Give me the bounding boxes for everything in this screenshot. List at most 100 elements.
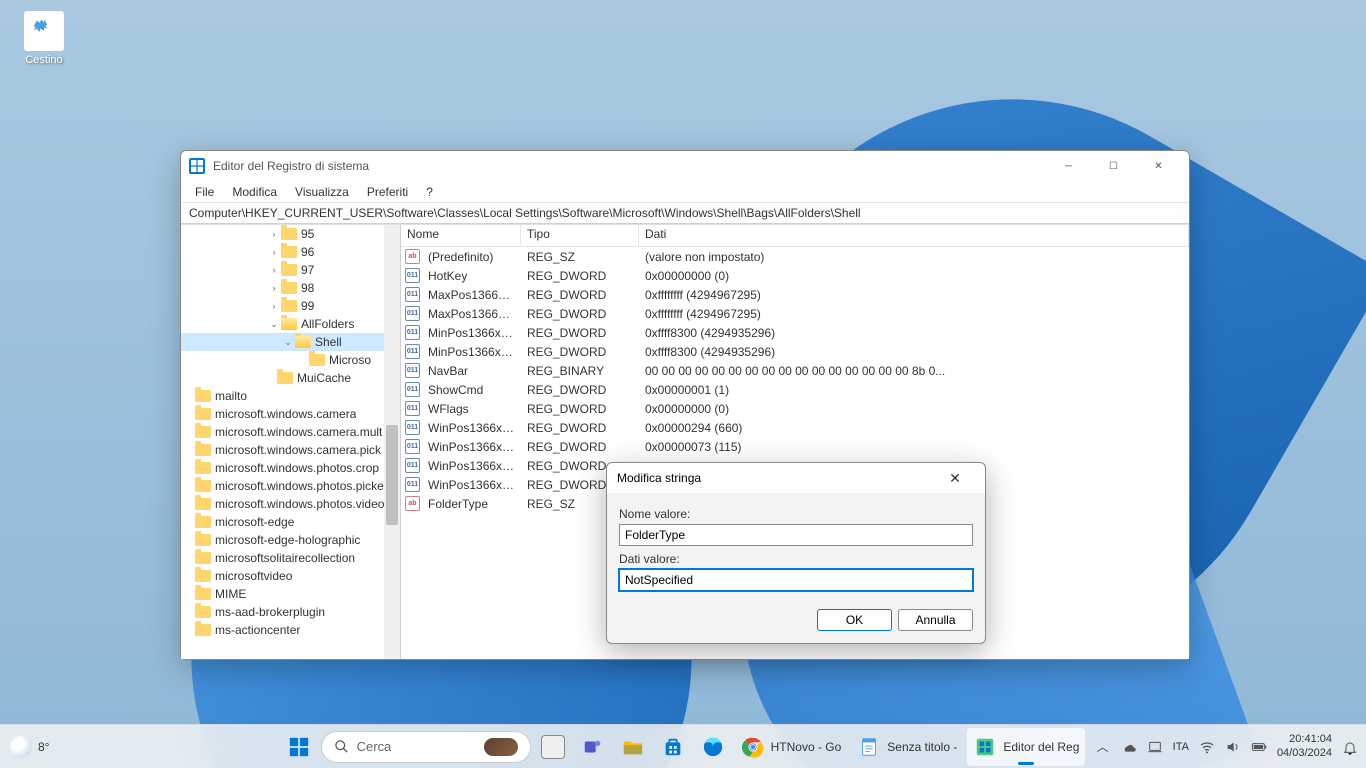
taskbar-clock[interactable]: 20:41:04 04/03/2024	[1277, 733, 1332, 759]
tree-item[interactable]: ›99	[181, 297, 400, 315]
recycle-bin-desktop-icon[interactable]: Cestino	[14, 10, 74, 66]
tree-item[interactable]: microsoft.windows.photos.picke	[181, 477, 400, 495]
start-button[interactable]	[281, 728, 317, 766]
regedit-tree-pane[interactable]: ›95›96›97›98›99⌄AllFolders⌄ShellMicrosoM…	[181, 225, 401, 659]
task-view-button[interactable]	[535, 728, 571, 766]
tree-item[interactable]: microsoftvideo	[181, 567, 400, 585]
registry-value-row[interactable]: 011MaxPos1366x76...REG_DWORD0xffffffff (…	[401, 285, 1189, 304]
taskbar-notepad[interactable]: Senza titolo -	[851, 728, 963, 766]
tree-item[interactable]: ⌄Shell	[181, 333, 400, 351]
registry-value-row[interactable]: 011MinPos1366x76...REG_DWORD0xffff8300 (…	[401, 323, 1189, 342]
registry-value-row[interactable]: ab(Predefinito)REG_SZ(valore non imposta…	[401, 247, 1189, 266]
col-data[interactable]: Dati	[639, 225, 1189, 246]
taskbar-teams[interactable]	[575, 728, 611, 766]
tree-label: microsoft.windows.photos.crop	[215, 461, 379, 475]
registry-value-row[interactable]: 011WFlagsREG_DWORD0x00000000 (0)	[401, 399, 1189, 418]
regedit-menubar: File Modifica Visualizza Preferiti ?	[181, 181, 1189, 203]
tree-item[interactable]: ⌄AllFolders	[181, 315, 400, 333]
taskbar-search[interactable]: Cerca	[321, 731, 531, 763]
notepad-label: Senza titolo -	[887, 740, 957, 754]
folder-icon	[195, 498, 211, 510]
volume-icon[interactable]	[1225, 739, 1241, 755]
tree-item[interactable]: ›96	[181, 243, 400, 261]
registry-value-row[interactable]: 011NavBarREG_BINARY00 00 00 00 00 00 00 …	[401, 361, 1189, 380]
registry-value-row[interactable]: 011WinPos1366x76...REG_DWORD0x00000294 (…	[401, 418, 1189, 437]
task-view-icon	[541, 735, 565, 759]
tree-item[interactable]: MIME	[181, 585, 400, 603]
cancel-button[interactable]: Annulla	[898, 609, 973, 631]
tree-item[interactable]: microsoft.windows.camera.pick	[181, 441, 400, 459]
notifications-icon[interactable]	[1342, 739, 1358, 755]
tree-item[interactable]: microsoft-edge-holographic	[181, 531, 400, 549]
taskbar-regedit[interactable]: Editor del Reg	[967, 728, 1085, 766]
taskbar-store[interactable]	[655, 728, 691, 766]
tree-scrollbar[interactable]	[384, 225, 400, 659]
taskbar-explorer[interactable]	[615, 728, 651, 766]
tree-label: 95	[301, 227, 314, 241]
tree-item[interactable]: MuiCache	[181, 369, 400, 387]
value-data: 0xffffffff (4294967295)	[639, 307, 1189, 321]
tree-item[interactable]: microsoftsolitairecollection	[181, 549, 400, 567]
tree-item[interactable]: ›95	[181, 225, 400, 243]
taskbar-chrome[interactable]: HTNovo - Go	[735, 728, 848, 766]
tree-item[interactable]: microsoft.windows.photos.video	[181, 495, 400, 513]
dialog-title-text: Modifica stringa	[617, 471, 701, 485]
maximize-button[interactable]: ☐	[1091, 151, 1136, 181]
regedit-titlebar[interactable]: Editor del Registro di sistema ─ ☐ ✕	[181, 151, 1189, 181]
ok-button[interactable]: OK	[817, 609, 892, 631]
folder-icon	[195, 444, 211, 456]
regedit-address-bar[interactable]: Computer\HKEY_CURRENT_USER\Software\Clas…	[181, 203, 1189, 224]
registry-value-row[interactable]: 011WinPos1366x76...REG_DWORD0x00000073 (…	[401, 437, 1189, 456]
tree-label: ms-aad-brokerplugin	[215, 605, 325, 619]
folder-icon	[195, 426, 211, 438]
menu-view[interactable]: Visualizza	[287, 183, 357, 201]
tree-item[interactable]: ms-actioncenter	[181, 621, 400, 639]
minimize-button[interactable]: ─	[1046, 151, 1091, 181]
folder-icon	[195, 570, 211, 582]
tree-label: microsoft.windows.camera.pick	[215, 443, 381, 457]
tree-item[interactable]: ›98	[181, 279, 400, 297]
regedit-label: Editor del Reg	[1003, 740, 1079, 754]
battery-icon[interactable]	[1251, 739, 1267, 755]
taskbar-edge[interactable]	[695, 728, 731, 766]
registry-value-row[interactable]: 011MinPos1366x76...REG_DWORD0xffff8300 (…	[401, 342, 1189, 361]
tree-item[interactable]: microsoft.windows.camera	[181, 405, 400, 423]
tree-item[interactable]: Microso	[181, 351, 400, 369]
tree-item[interactable]: ›97	[181, 261, 400, 279]
value-data: 0x00000001 (1)	[639, 383, 1189, 397]
tree-item[interactable]: mailto	[181, 387, 400, 405]
defender-icon[interactable]	[1147, 739, 1163, 755]
taskbar-weather[interactable]: 8°	[10, 736, 49, 758]
language-indicator[interactable]: ITA	[1173, 741, 1189, 753]
menu-edit[interactable]: Modifica	[224, 183, 285, 201]
value-name: WinPos1366x76...	[422, 459, 521, 473]
store-icon	[661, 735, 685, 759]
registry-value-row[interactable]: 011MaxPos1366x76...REG_DWORD0xffffffff (…	[401, 304, 1189, 323]
onedrive-icon[interactable]	[1121, 739, 1137, 755]
notepad-icon	[857, 735, 881, 759]
menu-favorites[interactable]: Preferiti	[359, 183, 416, 201]
tree-item[interactable]: microsoft.windows.camera.mult	[181, 423, 400, 441]
value-name: HotKey	[422, 269, 521, 283]
tree-item[interactable]: microsoft.windows.photos.crop	[181, 459, 400, 477]
registry-value-row[interactable]: 011HotKeyREG_DWORD0x00000000 (0)	[401, 266, 1189, 285]
tree-item[interactable]: microsoft-edge	[181, 513, 400, 531]
col-type[interactable]: Tipo	[521, 225, 639, 246]
value-name: MinPos1366x76...	[422, 326, 521, 340]
close-button[interactable]: ✕	[1136, 151, 1181, 181]
value-icon: 011	[405, 325, 420, 340]
tree-item[interactable]: ms-aad-brokerplugin	[181, 603, 400, 621]
col-name[interactable]: Nome	[401, 225, 521, 246]
value-name-input[interactable]	[619, 524, 973, 546]
folder-icon	[195, 552, 211, 564]
value-data-input[interactable]	[619, 569, 973, 591]
wifi-icon[interactable]	[1199, 739, 1215, 755]
tray-chevron-icon[interactable]: ︿	[1095, 739, 1111, 755]
dialog-close-button[interactable]: ✕	[935, 470, 975, 487]
menu-help[interactable]: ?	[418, 183, 441, 201]
menu-file[interactable]: File	[187, 183, 222, 201]
value-data: (valore non impostato)	[639, 250, 1189, 264]
tree-label: microsoft.windows.camera	[215, 407, 356, 421]
dialog-titlebar[interactable]: Modifica stringa ✕	[607, 463, 985, 493]
registry-value-row[interactable]: 011ShowCmdREG_DWORD0x00000001 (1)	[401, 380, 1189, 399]
